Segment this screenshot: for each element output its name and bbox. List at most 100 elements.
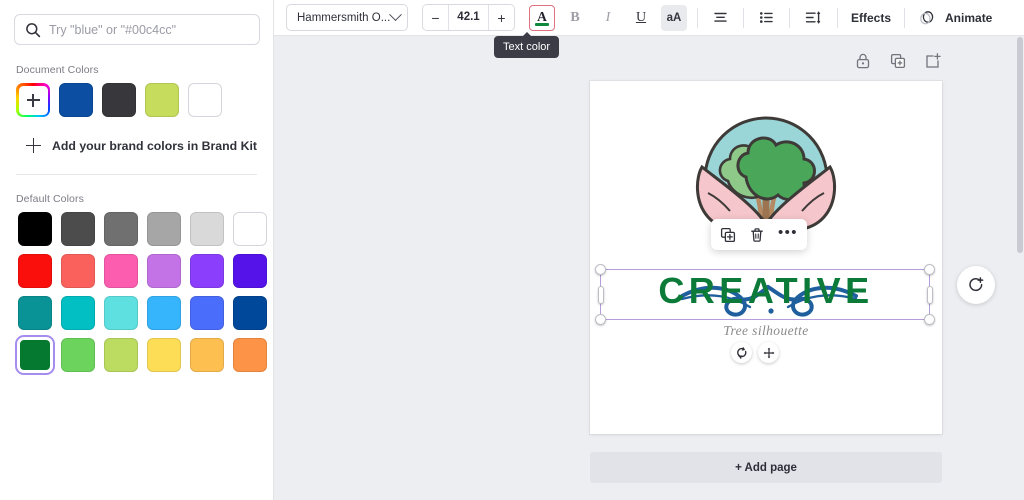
document-colors-label: Document Colors [16,64,99,76]
text-toolbar: Hammersmith O... − 42.1 + A B I U aA Eff… [274,0,1024,36]
document-colors-row [16,83,259,117]
swatch-gray[interactable] [104,212,138,246]
swatch-cyan[interactable] [61,296,95,330]
default-colors-row-2 [18,254,267,288]
swatch-orange[interactable] [233,338,267,372]
swatch-sky-blue[interactable] [147,296,181,330]
editor-main-area: Hammersmith O... − 42.1 + A B I U aA Eff… [274,0,1024,500]
chevron-down-icon [389,8,402,22]
font-size-increase-button[interactable]: + [489,5,514,30]
rotate-handle[interactable] [731,342,752,363]
default-colors-row-4 [14,334,267,376]
swatch-dark-gray[interactable] [61,212,95,246]
font-size-decrease-button[interactable]: − [423,5,448,30]
search-icon [26,22,41,37]
trash-icon[interactable] [749,227,765,243]
swatch-violet[interactable] [233,254,267,288]
bold-button[interactable]: B [562,5,588,31]
resize-handle-top-right[interactable] [924,264,935,275]
rotate-handle-icon [736,346,746,359]
canvas-header-actions [854,52,942,70]
element-context-menu: ••• [711,219,807,250]
canva-editor-window: Document Colors Add your brand colors in… [0,0,1024,500]
design-page[interactable]: CREATIVE Tree silhouette ••• [590,81,942,434]
doc-color-lime-swatch[interactable] [145,83,179,117]
font-family-label: Hammersmith O... [297,11,391,24]
italic-button[interactable]: I [595,5,621,31]
canvas-scrollbar[interactable] [1017,37,1023,253]
duplicate-page-icon[interactable] [889,52,907,70]
animate-icon-wrap[interactable] [914,5,940,31]
search-input[interactable] [49,22,249,37]
swatch-aqua[interactable] [104,296,138,330]
swatch-royal-blue[interactable] [190,296,224,330]
align-center-icon [713,12,727,22]
add-page-label: + Add page [735,461,797,474]
add-brand-colors-button[interactable]: Add your brand colors in Brand Kit [26,138,259,153]
effects-button[interactable]: Effects [851,11,891,25]
add-page-button[interactable]: + Add page [590,452,942,483]
text-color-letter-icon: A [537,8,547,24]
color-panel-sidebar: Document Colors Add your brand colors in… [0,0,274,500]
resize-handle-top-left[interactable] [595,264,606,275]
swatch-orchid[interactable] [147,254,181,288]
lock-icon[interactable] [854,52,872,70]
doc-color-white-swatch[interactable] [188,83,222,117]
search-wrapper [14,14,260,46]
swatch-navy[interactable] [233,296,267,330]
toolbar-divider-4 [837,7,838,28]
design-subtitle: Tree silhouette [723,323,809,338]
toolbar-divider-5 [904,7,906,28]
default-colors-row-1 [18,212,267,246]
font-family-select[interactable]: Hammersmith O... [286,4,408,31]
add-page-icon[interactable] [924,52,942,70]
resize-handle-bottom-left[interactable] [595,314,606,325]
underline-button[interactable]: U [628,5,654,31]
doc-color-blue-swatch[interactable] [59,83,93,117]
font-size-stepper: − 42.1 + [422,4,515,31]
text-color-indicator [535,23,549,26]
default-colors-grid [14,212,267,376]
plus-icon [26,93,40,107]
bullet-list-button[interactable] [753,5,779,31]
default-colors-row-3 [18,296,267,330]
swatch-salmon[interactable] [61,254,95,288]
resize-handle-bottom-right[interactable] [924,314,935,325]
swatch-dark-green[interactable] [14,334,56,376]
animate-icon [920,10,934,24]
swatch-green[interactable] [61,338,95,372]
font-size-input[interactable]: 42.1 [448,5,489,30]
line-spacing-button[interactable] [799,5,827,31]
resize-handle-middle-right[interactable] [926,285,933,304]
swatch-amber[interactable] [190,338,224,372]
regenerate-button[interactable] [957,266,995,304]
duplicate-icon[interactable] [720,227,736,243]
search-box[interactable] [14,14,260,45]
letter-case-button[interactable]: aA [661,4,687,31]
swatch-white[interactable] [233,212,267,246]
swatch-black[interactable] [18,212,52,246]
swatch-red[interactable] [18,254,52,288]
text-align-button[interactable] [707,5,733,31]
add-brand-colors-label: Add your brand colors in Brand Kit [52,138,257,153]
text-selection-box[interactable] [595,264,935,325]
move-handle-icon [763,347,774,358]
more-options-icon[interactable]: ••• [778,225,798,240]
swatch-yellow[interactable] [147,338,181,372]
swatch-purple[interactable] [190,254,224,288]
toolbar-divider-3 [789,7,790,28]
text-color-button[interactable]: A [529,4,555,31]
doc-color-dark-swatch[interactable] [102,83,136,117]
swatch-light-gray[interactable] [190,212,224,246]
regenerate-icon [968,276,983,291]
swatch-teal[interactable] [18,296,52,330]
resize-handle-middle-left[interactable] [597,285,604,304]
animate-button[interactable]: Animate [945,11,992,25]
line-spacing-icon [805,11,820,24]
swatch-mid-gray[interactable] [147,212,181,246]
custom-color-picker-button[interactable] [16,83,50,117]
move-handle[interactable] [758,342,779,363]
swatch-pink[interactable] [104,254,138,288]
swatch-yellow-green[interactable] [104,338,138,372]
bullet-list-icon [759,12,773,23]
